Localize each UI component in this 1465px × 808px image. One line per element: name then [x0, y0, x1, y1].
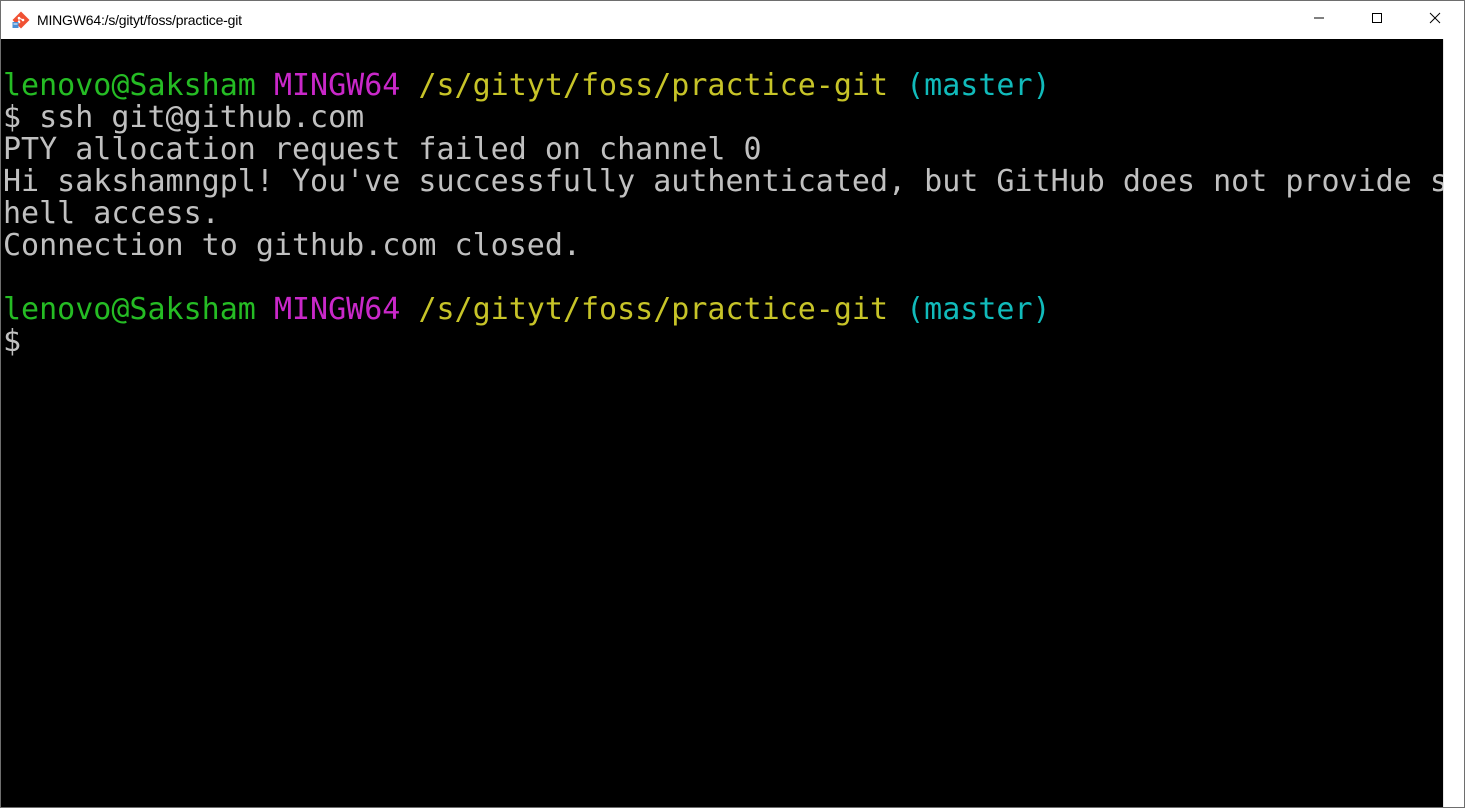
terminal-window: MINGW64:/s/gityt/foss/practice-git lenov…	[0, 0, 1465, 808]
vertical-scrollbar[interactable]	[1443, 39, 1464, 807]
output-line: PTY allocation request failed on channel…	[3, 132, 762, 167]
command-input-line[interactable]: $	[3, 326, 1443, 358]
close-icon	[1429, 11, 1441, 29]
output-line: Connection to github.com closed.	[3, 228, 581, 263]
prompt-line: lenovo@Saksham MINGW64 /s/gityt/foss/pra…	[3, 70, 1443, 102]
prompt-user: lenovo@Saksham	[3, 292, 256, 327]
prompt-host: MINGW64	[273, 68, 401, 103]
git-bash-icon	[11, 10, 31, 30]
terminal-output[interactable]: lenovo@Saksham MINGW64 /s/gityt/foss/pra…	[1, 39, 1443, 807]
prompt-user: lenovo@Saksham	[3, 68, 256, 103]
command-line: $ ssh git@github.com	[3, 100, 365, 135]
prompt-line: lenovo@Saksham MINGW64 /s/gityt/foss/pra…	[3, 294, 1443, 326]
prompt-path: /s/gityt/foss/practice-git	[418, 292, 889, 327]
prompt-path: /s/gityt/foss/practice-git	[418, 68, 889, 103]
window-controls	[1290, 1, 1464, 39]
maximize-icon	[1371, 11, 1383, 29]
title-bar[interactable]: MINGW64:/s/gityt/foss/practice-git	[1, 1, 1464, 39]
maximize-button[interactable]	[1348, 1, 1406, 39]
output-line: Hi sakshamngpl! You've successfully auth…	[3, 164, 1443, 199]
minimize-icon	[1313, 11, 1325, 29]
output-line: hell access.	[3, 196, 220, 231]
prompt-host: MINGW64	[273, 292, 401, 327]
window-title: MINGW64:/s/gityt/foss/practice-git	[37, 12, 242, 28]
minimize-button[interactable]	[1290, 1, 1348, 39]
scrollbar-thumb[interactable]	[1449, 39, 1458, 807]
close-button[interactable]	[1406, 1, 1464, 39]
prompt-branch: (master)	[906, 68, 1051, 103]
prompt-branch: (master)	[906, 292, 1051, 327]
